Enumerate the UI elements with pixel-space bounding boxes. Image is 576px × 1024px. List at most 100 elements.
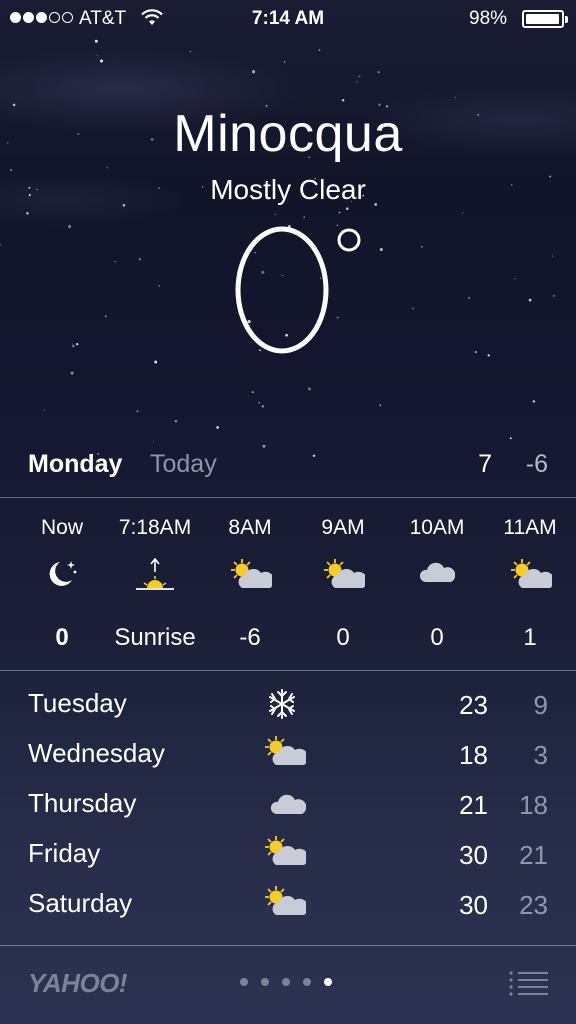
star bbox=[136, 410, 139, 413]
star bbox=[251, 391, 254, 394]
star bbox=[461, 212, 463, 214]
star bbox=[379, 404, 382, 406]
hour-value: 0 bbox=[336, 624, 350, 651]
status-bar: AT&T 7:14 AM 98% bbox=[0, 0, 576, 40]
hourly-forecast[interactable]: Now 0 7:18AM Sunrise 8AM -6 9AM 0 10AM 0… bbox=[0, 498, 576, 670]
star bbox=[9, 168, 13, 172]
star bbox=[158, 285, 160, 287]
hour-time: 7:18AM bbox=[118, 516, 192, 539]
page-dot-active[interactable] bbox=[324, 978, 332, 986]
star bbox=[514, 278, 516, 280]
partly-cloudy-icon bbox=[262, 884, 309, 927]
degree-symbol bbox=[337, 228, 361, 252]
forecast-high: 18 bbox=[459, 740, 488, 770]
forecast-day: Friday bbox=[28, 838, 101, 868]
cloud-icon bbox=[419, 558, 456, 591]
forecast-row: Tuesday 23 9 bbox=[0, 680, 576, 730]
battery-percentage: 98% bbox=[469, 8, 508, 29]
star bbox=[552, 255, 554, 257]
today-summary: Monday Today 7 -6 bbox=[0, 446, 576, 486]
forecast-row: Friday 30 21 bbox=[0, 830, 576, 880]
forecast-low: 23 bbox=[519, 890, 548, 920]
hour-value: 0 bbox=[430, 624, 444, 651]
star bbox=[71, 344, 75, 348]
sunrise-icon bbox=[135, 557, 175, 599]
hour-time: 10AM bbox=[409, 516, 465, 539]
hour-value: 1 bbox=[523, 624, 537, 651]
star bbox=[258, 401, 261, 404]
page-dot[interactable] bbox=[282, 978, 290, 986]
city-list-icon[interactable] bbox=[508, 970, 550, 998]
star bbox=[174, 420, 178, 423]
star bbox=[261, 405, 264, 408]
moon-stars-icon bbox=[45, 558, 79, 595]
star bbox=[138, 258, 141, 261]
footer-toolbar: YAHOO! bbox=[0, 946, 576, 1024]
star bbox=[412, 307, 414, 310]
current-condition: Mostly Clear bbox=[210, 174, 366, 205]
star bbox=[509, 437, 512, 440]
hour-value: -6 bbox=[239, 624, 261, 651]
page-dot[interactable] bbox=[240, 978, 248, 986]
star bbox=[283, 61, 286, 63]
hour-time: Now bbox=[40, 516, 83, 539]
star bbox=[106, 167, 108, 169]
partly-cloudy-icon bbox=[262, 834, 309, 877]
city-name: Minocqua bbox=[173, 105, 403, 163]
star bbox=[528, 298, 532, 302]
partly-cloudy-icon bbox=[508, 558, 555, 597]
star bbox=[70, 371, 74, 375]
hour-item: 7:18AM Sunrise bbox=[105, 498, 205, 670]
forecast-row: Thursday 21 18 bbox=[0, 780, 576, 830]
star bbox=[0, 243, 2, 246]
cloud-icon bbox=[270, 790, 307, 825]
star bbox=[356, 81, 358, 83]
star bbox=[454, 96, 457, 99]
star bbox=[377, 71, 380, 74]
forecast-row: Wednesday 18 3 bbox=[0, 730, 576, 780]
star bbox=[26, 211, 29, 215]
forecast-high: 21 bbox=[459, 790, 488, 820]
forecast-day: Thursday bbox=[28, 788, 137, 818]
star bbox=[379, 248, 383, 251]
forecast-low: 21 bbox=[519, 840, 548, 870]
hour-time: 9AM bbox=[321, 516, 365, 539]
forecast-low: 3 bbox=[533, 740, 548, 770]
star bbox=[189, 51, 191, 53]
forecast-day: Tuesday bbox=[28, 688, 127, 718]
star bbox=[474, 351, 477, 354]
snowflake-icon bbox=[262, 684, 302, 731]
hour-item: 10AM 0 bbox=[387, 498, 487, 670]
star bbox=[99, 59, 104, 63]
forecast-high: 23 bbox=[459, 690, 488, 720]
page-dot[interactable] bbox=[261, 978, 269, 986]
page-indicator[interactable] bbox=[240, 978, 332, 986]
star bbox=[341, 98, 345, 102]
star bbox=[68, 225, 72, 229]
partly-cloudy-icon bbox=[262, 734, 309, 777]
star bbox=[318, 49, 321, 51]
star bbox=[553, 295, 555, 297]
forecast-row: Saturday 30 23 bbox=[0, 880, 576, 930]
star bbox=[532, 400, 536, 403]
partly-cloudy-icon bbox=[228, 558, 275, 597]
yahoo-logo[interactable]: YAHOO! bbox=[28, 968, 128, 999]
hour-item: 9AM 0 bbox=[293, 498, 393, 670]
star bbox=[303, 216, 305, 218]
hour-time: 11AM bbox=[503, 516, 557, 539]
today-high: 7 bbox=[478, 450, 492, 478]
hour-time: 8AM bbox=[228, 516, 272, 539]
forecast-day: Wednesday bbox=[28, 738, 165, 768]
today-label: Today bbox=[150, 450, 217, 478]
star bbox=[43, 409, 45, 411]
hour-item: 11AM 1 bbox=[480, 498, 576, 670]
page-dot[interactable] bbox=[303, 978, 311, 986]
divider bbox=[0, 670, 576, 671]
hour-item: 8AM -6 bbox=[200, 498, 300, 670]
temperature-glyph bbox=[235, 226, 361, 354]
forecast-low: 18 bbox=[519, 790, 548, 820]
partly-cloudy-icon bbox=[321, 558, 368, 597]
today-low: -6 bbox=[525, 450, 548, 478]
star bbox=[487, 354, 490, 357]
forecast-day: Saturday bbox=[28, 888, 133, 918]
